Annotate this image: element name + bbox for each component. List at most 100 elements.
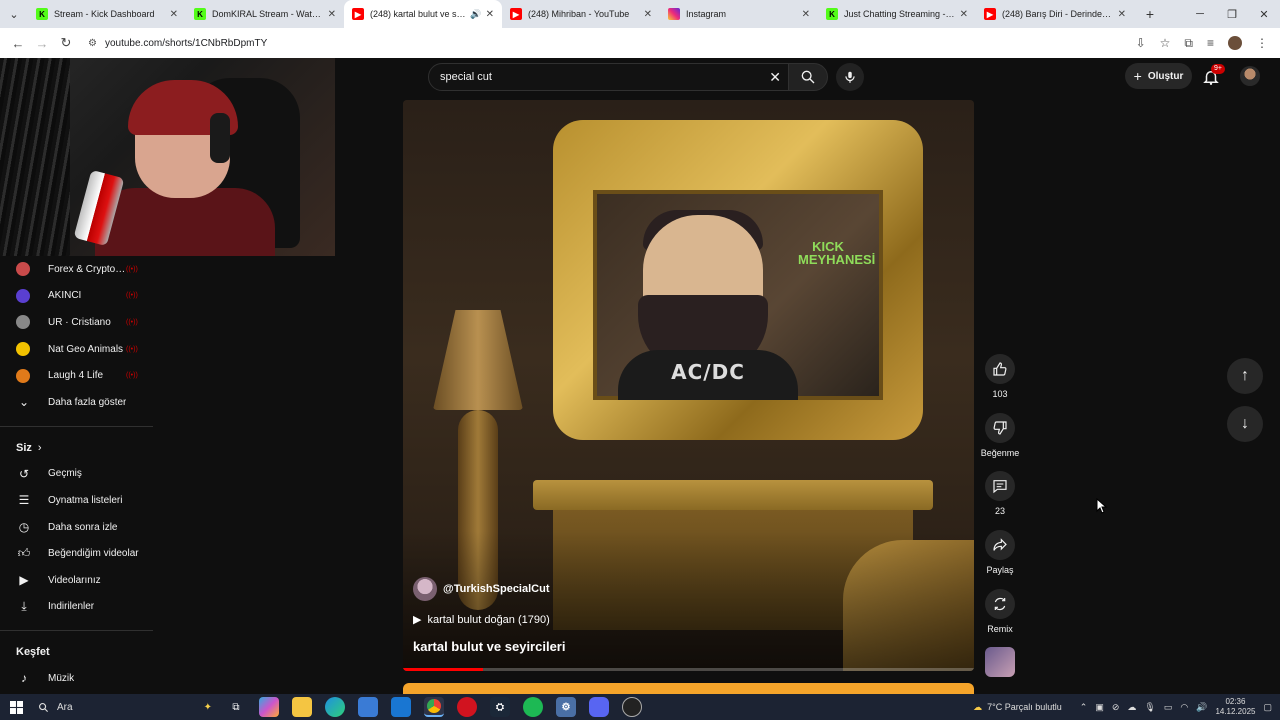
browser-tab[interactable]: Instagram ✕: [660, 0, 818, 28]
mail-icon[interactable]: [391, 697, 411, 717]
video-title[interactable]: kartal bulut ve seyircileri: [413, 639, 565, 654]
close-tab-icon[interactable]: ✕: [802, 9, 810, 20]
task-view-icon[interactable]: ⧉: [226, 697, 246, 717]
close-tab-icon[interactable]: ✕: [486, 9, 494, 20]
browser-tab[interactable]: K Just Chatting Streaming - Live ✕: [818, 0, 976, 28]
channel-avatar[interactable]: [413, 577, 437, 601]
restore-icon[interactable]: ❐: [1216, 0, 1248, 28]
notifications-button[interactable]: 9+: [1202, 64, 1225, 86]
tab-title: Just Chatting Streaming - Live: [844, 9, 956, 19]
sidebar-subscription[interactable]: Forex & Crypto Li... ((•)): [0, 256, 153, 283]
new-tab-button[interactable]: +: [1140, 6, 1160, 22]
file-explorer-icon[interactable]: [292, 697, 312, 717]
video-progress-bar[interactable]: [403, 668, 974, 671]
channel-info[interactable]: @TurkishSpecialCut: [413, 577, 550, 601]
tab-title: (248) kartal bulut ve seyircileri: [370, 9, 467, 19]
browser-tab[interactable]: ▶ (248) Mihriban - YouTube ✕: [502, 0, 660, 28]
copilot-icon[interactable]: [259, 697, 279, 717]
playlist-link[interactable]: ▶ kartal bulut doğan (1790): [413, 613, 550, 627]
close-tab-icon[interactable]: ✕: [644, 9, 652, 20]
close-window-icon[interactable]: ✕: [1248, 0, 1280, 28]
dislike-action: Beğenme: [980, 412, 1020, 472]
browser-tab[interactable]: K DomKIRAL Stream - Watch Live ✕: [186, 0, 344, 28]
playlist-icon: ☰: [18, 493, 30, 508]
tray-app-icon[interactable]: ▣: [1095, 702, 1104, 713]
tray-network-off-icon[interactable]: ⊘: [1112, 702, 1120, 713]
voice-search-button[interactable]: [836, 63, 864, 91]
sidebar-item[interactable]: ◷ Daha sonra izle: [0, 514, 153, 541]
extensions-icon[interactable]: ⧉: [1184, 36, 1193, 51]
tray-mic-icon[interactable]: 🎙: [1144, 702, 1155, 713]
next-short-preview: [403, 683, 974, 694]
sidebar-item[interactable]: ☰ Oynatma listeleri: [0, 487, 153, 514]
remix-button[interactable]: [985, 588, 1015, 619]
site-info-icon[interactable]: ⚙: [88, 38, 97, 49]
bookmark-star-icon[interactable]: ☆: [1160, 36, 1171, 50]
tray-cloud-icon[interactable]: ☁: [1127, 702, 1136, 713]
sidebar-subscription[interactable]: Laugh 4 Life ((•)): [0, 362, 153, 389]
search-button[interactable]: [788, 63, 828, 91]
windows-logo-icon: [9, 700, 23, 714]
opera-icon[interactable]: [457, 697, 477, 717]
you-section-header[interactable]: Siz ›: [0, 435, 153, 461]
menu-kebab-icon[interactable]: ⋮: [1256, 36, 1268, 50]
arrow-down-icon: ↓: [1241, 415, 1249, 432]
channel-avatar: [16, 342, 30, 357]
dislike-button[interactable]: [985, 412, 1015, 443]
close-tab-icon[interactable]: ✕: [1118, 9, 1126, 20]
close-tab-icon[interactable]: ✕: [960, 9, 968, 20]
reload-icon[interactable]: ↻: [54, 35, 78, 51]
taskbar-search[interactable]: Ara ✦: [32, 694, 222, 720]
share-button[interactable]: [985, 530, 1015, 561]
sidebar-item[interactable]: ♪ Müzik: [0, 665, 153, 692]
channel-name[interactable]: @TurkishSpecialCut: [443, 583, 550, 595]
clock[interactable]: 02:36 14.12.2025: [1215, 697, 1255, 717]
settings-gear-icon[interactable]: ⚙: [556, 697, 576, 717]
store-icon[interactable]: [358, 697, 378, 717]
chrome-icon[interactable]: [424, 697, 444, 717]
obs-icon[interactable]: [622, 697, 642, 717]
tray-display-icon[interactable]: ▭: [1164, 702, 1173, 713]
steam-icon[interactable]: ⛭: [490, 697, 510, 717]
browser-tab[interactable]: ▶ (248) Barış Diri - Derinden (Dem ✕: [976, 0, 1134, 28]
sidebar-item[interactable]: ⤓ İndirilenler: [0, 594, 153, 621]
show-more-button[interactable]: ⌄ Daha fazla göster: [0, 389, 153, 416]
tab-search-icon[interactable]: ⌄: [0, 0, 28, 28]
user-avatar[interactable]: [1240, 66, 1260, 86]
close-tab-icon[interactable]: ✕: [170, 9, 178, 20]
previous-short-button[interactable]: ↑: [1227, 358, 1263, 394]
edge-icon[interactable]: [325, 697, 345, 717]
browser-tab[interactable]: K Stream - Kick Dashboard ✕: [28, 0, 186, 28]
sidebar-item[interactable]: 👍︎ Beğendiğim videolar: [0, 540, 153, 567]
create-button[interactable]: + Oluştur: [1125, 63, 1192, 89]
next-short-button[interactable]: ↓: [1227, 406, 1263, 442]
sidebar-subscription[interactable]: AKINCI ((•)): [0, 283, 153, 310]
sidebar-subscription[interactable]: Nat Geo Animals ((•)): [0, 336, 153, 363]
notification-center-icon[interactable]: ▢: [1263, 702, 1272, 713]
forward-icon[interactable]: →: [30, 36, 54, 51]
search-input[interactable]: special cut ✕: [428, 63, 790, 91]
tray-chevron-icon[interactable]: ⌃: [1080, 702, 1088, 713]
spotify-icon[interactable]: [523, 697, 543, 717]
sidebar-item[interactable]: ▶ Videolarınız: [0, 567, 153, 594]
address-bar[interactable]: ⚙ youtube.com/shorts/1CNbRbDpmTY: [84, 31, 1114, 55]
volume-icon[interactable]: 🔊: [1196, 702, 1207, 713]
sidebar-subscription[interactable]: UR · Cristiano ((•)): [0, 309, 153, 336]
back-icon[interactable]: ←: [6, 36, 30, 51]
minimize-icon[interactable]: ─: [1184, 0, 1216, 28]
comment-button[interactable]: [985, 471, 1015, 502]
media-control-icon[interactable]: ≡: [1207, 36, 1214, 50]
start-button[interactable]: [0, 694, 32, 720]
browser-tab[interactable]: ▶ (248) kartal bulut ve seyircileri 🔊 ✕: [344, 0, 502, 28]
thumb-down-icon: [993, 421, 1007, 435]
close-tab-icon[interactable]: ✕: [328, 9, 336, 20]
discord-icon[interactable]: [589, 697, 609, 717]
profile-avatar[interactable]: [1228, 36, 1242, 50]
weather-widget[interactable]: ☁ 7°C Parçalı bulutlu: [973, 702, 1062, 713]
wifi-icon[interactable]: ◠: [1180, 702, 1188, 713]
like-button[interactable]: [985, 354, 1015, 384]
install-app-icon[interactable]: ⇩: [1136, 36, 1146, 50]
sound-thumbnail[interactable]: [985, 647, 1015, 678]
clear-search-icon[interactable]: ✕: [769, 69, 781, 86]
sidebar-item[interactable]: ↺ Geçmiş: [0, 461, 153, 488]
